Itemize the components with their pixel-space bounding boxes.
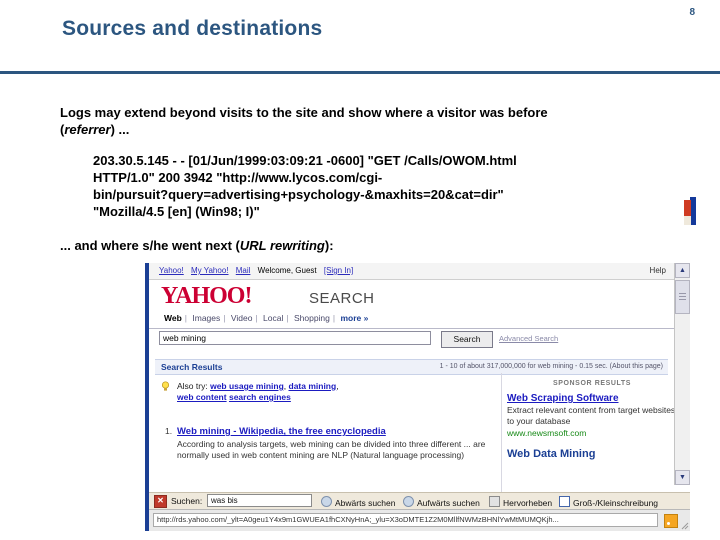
scrollbar-thumb[interactable]	[675, 280, 690, 314]
paragraph-2-text-c: ):	[324, 238, 334, 253]
title-divider	[0, 71, 720, 74]
find-next-label: Abwärts suchen	[335, 498, 396, 508]
tab-shopping[interactable]: Shopping	[294, 313, 330, 323]
tab-more[interactable]: more »	[340, 313, 368, 323]
find-previous-label: Aufwärts suchen	[417, 498, 480, 508]
search-button[interactable]: Search	[441, 331, 493, 348]
rss-icon[interactable]	[664, 514, 678, 528]
also-try-link-2[interactable]: data mining	[289, 381, 337, 391]
search-input[interactable]: web mining	[159, 331, 431, 345]
highlight-label: Hervorheben	[503, 498, 553, 508]
paragraph-url-rewriting: ... and where s/he went next (URL rewrit…	[60, 237, 675, 254]
tab-video[interactable]: Video	[231, 313, 253, 323]
sponsor-url-1: www.newsmsoft.com	[507, 428, 587, 438]
log-line: 203.30.5.145 - - [01/Jun/1999:03:09:21 -…	[93, 153, 517, 168]
tab-web[interactable]: Web	[164, 313, 182, 323]
close-icon[interactable]: ✕	[154, 495, 167, 508]
sponsor-divider	[501, 373, 502, 493]
also-try-label: Also try:	[177, 381, 208, 391]
sponsor-title-1[interactable]: Web Scraping Software	[507, 393, 677, 404]
paragraph-2-italic-url-rewriting: URL rewriting	[239, 238, 325, 253]
yahoo-search-row: web mining Search Advanced Search	[149, 331, 674, 349]
log-line: bin/pursuit?query=advertising+psychology…	[93, 187, 504, 202]
highlight-toggle[interactable]: Hervorheben	[489, 496, 552, 508]
arrow-down-icon	[321, 496, 332, 507]
result-number: 1.	[165, 426, 173, 436]
checkbox-icon	[559, 496, 570, 507]
result-title[interactable]: Web mining	[177, 426, 231, 437]
sign-in-link[interactable]: [Sign In]	[324, 266, 353, 275]
find-input[interactable]: was bis	[207, 494, 312, 507]
status-bar: http://rds.yahoo.com/_ylt=A0geu1Y4x9m1GW…	[149, 509, 690, 531]
edge-artifact-red	[684, 200, 691, 216]
result-title-rest[interactable]: - Wikipedia, the free encyclopedia	[231, 426, 386, 437]
search-results-header: Search Results 1 - 10 of about 317,000,0…	[155, 359, 668, 375]
paragraph-2-text-a: ... and where s/he went next (	[60, 238, 240, 253]
nav-link-yahoo[interactable]: Yahoo!	[159, 266, 184, 275]
sponsor-results: SPONSOR RESULTS Web Scraping Software Ex…	[507, 378, 677, 460]
scroll-down-icon[interactable]: ▼	[675, 470, 690, 485]
paragraph-1-italic-referrer: referrer	[64, 122, 111, 137]
slide: Sources and destinations 8 Logs may exte…	[0, 0, 720, 540]
yahoo-search-wordmark: SEARCH	[309, 290, 375, 307]
also-try-block: Also try: web usage mining, data mining,…	[161, 381, 477, 403]
find-label: Suchen:	[171, 496, 203, 506]
sponsor-results-header: SPONSOR RESULTS	[552, 380, 632, 387]
page-number: 8	[689, 7, 695, 18]
resize-grip-icon[interactable]	[680, 521, 689, 530]
lightbulb-icon	[161, 381, 170, 391]
nav-link-my-yahoo[interactable]: My Yahoo!	[191, 266, 229, 275]
log-excerpt: 203.30.5.145 - - [01/Jun/1999:03:09:21 -…	[93, 152, 653, 220]
edge-artifact	[684, 197, 696, 225]
search-results-title: Search Results	[161, 362, 223, 372]
paragraph-1-text-c: ) ...	[110, 122, 130, 137]
log-line: HTTP/1.0" 200 3942 "http://www.lycos.com…	[93, 170, 383, 185]
advanced-search-link[interactable]: Advanced Search	[499, 334, 558, 343]
also-try-link-4[interactable]: search engines	[229, 392, 291, 402]
yahoo-logo[interactable]: YAHOO!	[161, 283, 252, 310]
match-case-checkbox[interactable]: Groß-/Kleinschreibung	[559, 496, 658, 508]
search-results-count: 1 - 10 of about 317,000,000 for web mini…	[439, 363, 663, 370]
highlight-icon	[489, 496, 500, 507]
find-bar: ✕ Suchen: was bis Abwärts suchen Aufwärt…	[149, 492, 690, 509]
welcome-text: Welcome, Guest	[257, 266, 317, 275]
paragraph-referrer: Logs may extend beyond visits to the sit…	[60, 104, 675, 138]
paragraph-1-text-a: Logs may extend beyond visits to the sit…	[60, 105, 548, 120]
result-description: According to analysis targets, web minin…	[177, 439, 486, 460]
tab-images[interactable]: Images	[192, 313, 220, 323]
sponsor-title-2[interactable]: Web Data Mining	[507, 449, 677, 460]
status-url: http://rds.yahoo.com/_ylt=A0geu1Y4x9m1GW…	[153, 513, 658, 527]
page-scrollbar[interactable]: ▲ ▼	[674, 263, 690, 485]
nav-link-mail[interactable]: Mail	[236, 266, 251, 275]
browser-screenshot: Yahoo! My Yahoo! Mail Welcome, Guest [Si…	[145, 263, 690, 531]
result-title-line[interactable]: Web mining - Wikipedia, the free encyclo…	[177, 426, 487, 437]
find-previous-button[interactable]: Aufwärts suchen	[403, 496, 480, 508]
match-case-label: Groß-/Kleinschreibung	[573, 498, 659, 508]
also-try-link-3[interactable]: web content	[177, 392, 227, 402]
sponsor-description-1: Extract relevant content from target web…	[507, 405, 676, 426]
search-result-item: 1. Web mining - Wikipedia, the free ency…	[165, 426, 487, 461]
find-next-button[interactable]: Abwärts suchen	[321, 496, 395, 508]
yahoo-search-tabs: Web | Images | Video | Local | Shopping | mor…	[149, 313, 674, 329]
arrow-up-icon	[403, 496, 414, 507]
tab-local[interactable]: Local	[263, 313, 283, 323]
log-line: "Mozilla/4.5 [en] (Win98; I)"	[93, 204, 260, 219]
page-title: Sources and destinations	[62, 17, 323, 40]
yahoo-top-nav: Yahoo! My Yahoo! Mail Welcome, Guest [Si…	[149, 263, 674, 280]
edge-artifact-beige	[684, 216, 691, 225]
yahoo-top-nav-links: Yahoo! My Yahoo! Mail Welcome, Guest [Si…	[159, 266, 358, 275]
also-try-link-1[interactable]: web usage mining	[210, 381, 284, 391]
scroll-up-icon[interactable]: ▲	[675, 263, 690, 278]
help-link[interactable]: Help	[650, 266, 666, 275]
